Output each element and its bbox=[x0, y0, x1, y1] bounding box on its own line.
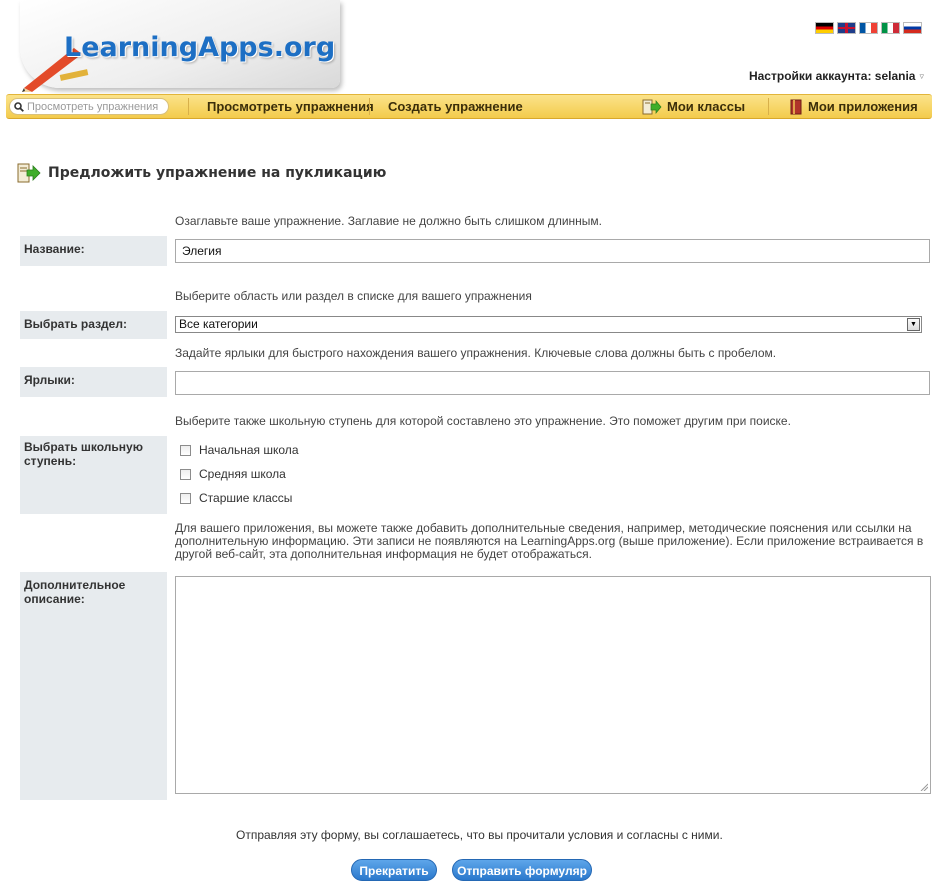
level-option-senior[interactable]: Старшие классы bbox=[180, 491, 292, 505]
title-label: Название: bbox=[20, 236, 167, 266]
level-option-middle[interactable]: Средняя школа bbox=[180, 467, 286, 481]
language-switcher bbox=[815, 22, 922, 34]
flag-fr-icon[interactable] bbox=[859, 22, 878, 34]
title-input[interactable] bbox=[175, 239, 930, 263]
description-hint: Для вашего приложения, вы можете также д… bbox=[175, 521, 924, 561]
title-hint: Озаглавьте ваше упражнение. Заглавие не … bbox=[175, 214, 602, 228]
nav-my-classes-label: Мои классы bbox=[667, 99, 746, 114]
checkbox[interactable] bbox=[180, 468, 191, 480]
cancel-button[interactable]: Прекратить bbox=[351, 859, 437, 881]
level-option-label: Средняя школа bbox=[199, 467, 286, 481]
nav-my-apps-label: Мои приложения bbox=[808, 99, 918, 114]
logo[interactable]: LearningApps.org bbox=[14, 0, 344, 94]
level-option-label: Начальная школа bbox=[199, 443, 299, 457]
publish-icon bbox=[17, 163, 41, 183]
tags-hint: Задайте ярлыки для быстрого нахождения в… bbox=[175, 346, 777, 360]
nav-create[interactable]: Создать упражнение bbox=[388, 95, 523, 118]
flag-de-icon[interactable] bbox=[815, 22, 834, 34]
search-icon bbox=[14, 101, 24, 112]
level-label: Выбрать школьную ступень: bbox=[20, 436, 167, 514]
description-label: Дополнительное описание: bbox=[20, 572, 167, 800]
category-selected-value: Все категории bbox=[179, 317, 258, 331]
account-label: Настройки аккаунта: selania bbox=[748, 69, 916, 83]
category-label: Выбрать раздел: bbox=[20, 311, 167, 339]
search-box[interactable] bbox=[9, 98, 169, 115]
flag-ru-icon[interactable] bbox=[903, 22, 922, 34]
resize-grip-icon[interactable] bbox=[920, 783, 928, 791]
nav-my-classes[interactable]: Мои классы bbox=[642, 95, 745, 118]
main-nav: Просмотреть упражнения Создать упражнени… bbox=[6, 94, 932, 119]
logo-text: LearningApps.org bbox=[64, 32, 336, 63]
tags-input[interactable] bbox=[175, 371, 930, 395]
checkbox[interactable] bbox=[180, 492, 191, 504]
dropdown-arrow-icon[interactable]: ▼ bbox=[907, 318, 920, 331]
level-option-primary[interactable]: Начальная школа bbox=[180, 443, 299, 457]
submit-button[interactable]: Отправить формуляр bbox=[452, 859, 592, 881]
flag-it-icon[interactable] bbox=[881, 22, 900, 34]
chevron-down-icon: ▿ bbox=[919, 70, 924, 81]
nav-divider bbox=[768, 98, 769, 115]
nav-browse[interactable]: Просмотреть упражнения bbox=[207, 95, 374, 118]
category-hint: Выберите область или раздел в списке для… bbox=[175, 289, 532, 303]
search-input[interactable] bbox=[27, 100, 159, 113]
account-settings-menu[interactable]: Настройки аккаунта: selania ▿ bbox=[749, 69, 924, 83]
page-title-text: Предложить упражнение на пукликацию bbox=[48, 165, 387, 181]
category-select[interactable]: Все категории ▼ bbox=[175, 316, 922, 333]
nav-my-apps[interactable]: Мои приложения bbox=[789, 95, 918, 118]
page-title: Предложить упражнение на пукликацию bbox=[16, 163, 386, 183]
checkbox[interactable] bbox=[180, 444, 191, 456]
terms-agreement-text: Отправляя эту форму, вы соглашаетесь, чт… bbox=[236, 828, 723, 842]
description-textarea[interactable] bbox=[175, 576, 931, 794]
level-option-label: Старшие классы bbox=[199, 491, 293, 505]
classes-icon bbox=[642, 99, 662, 114]
level-hint: Выберите также школьную ступень для кото… bbox=[175, 414, 791, 428]
nav-divider bbox=[188, 98, 189, 115]
flag-en-icon[interactable] bbox=[837, 22, 856, 34]
nav-divider bbox=[369, 98, 370, 115]
tags-label: Ярлыки: bbox=[20, 367, 167, 397]
apps-icon bbox=[790, 99, 802, 114]
